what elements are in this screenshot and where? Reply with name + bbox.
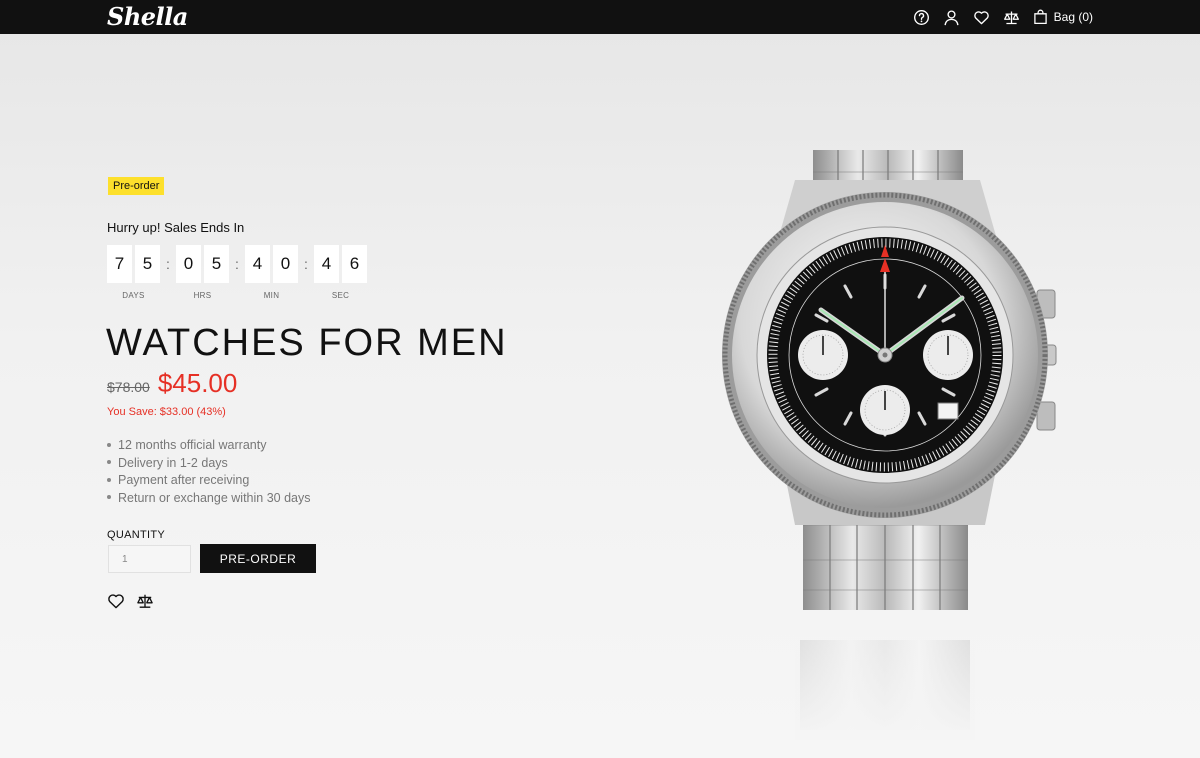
countdown-digit: 6 <box>342 245 367 283</box>
savings-text: You Save: $33.00 (43%) <box>107 406 226 418</box>
countdown-digit: 0 <box>176 245 201 283</box>
countdown-title: Hurry up! Sales Ends In <box>107 220 245 235</box>
old-price: $78.00 <box>107 379 150 395</box>
feature-list: 12 months official warranty Delivery in … <box>107 437 310 507</box>
quantity-label: QUANTITY <box>107 529 166 541</box>
bullet-icon <box>107 477 111 482</box>
countdown-separator: : <box>235 256 239 272</box>
header-icons: Bag (0) <box>901 8 1093 26</box>
countdown-label-seconds: SEC <box>331 291 350 300</box>
countdown-digit: 0 <box>273 245 298 283</box>
shella-logo[interactable]: Shella <box>107 2 188 31</box>
preorder-button[interactable]: PRE-ORDER <box>200 544 316 573</box>
countdown-timer: 7 5 : 0 5 : 4 0 : 4 6 DAYS HRS MIN SEC <box>107 245 370 305</box>
countdown-digit: 5 <box>135 245 160 283</box>
countdown-digit: 4 <box>314 245 339 283</box>
compare-icon[interactable] <box>1003 8 1021 26</box>
bag-icon <box>1033 9 1047 25</box>
product-image-watch <box>700 140 1100 740</box>
quantity-input[interactable] <box>108 545 191 573</box>
price-row: $78.00 $45.00 <box>107 368 237 399</box>
heart-icon[interactable] <box>973 8 991 26</box>
list-item: Return or exchange within 30 days <box>107 490 310 508</box>
product-title: WATCHES FOR MEN <box>106 322 508 364</box>
sale-price: $45.00 <box>157 368 238 398</box>
bullet-icon <box>107 460 111 465</box>
countdown-label-minutes: MIN <box>263 291 280 300</box>
countdown-digit: 5 <box>204 245 229 283</box>
list-item: 12 months official warranty <box>107 437 310 455</box>
countdown-separator: : <box>304 256 308 272</box>
help-icon[interactable] <box>913 8 931 26</box>
user-icon[interactable] <box>943 8 961 26</box>
countdown-separator: : <box>166 256 170 272</box>
bullet-icon <box>107 442 111 447</box>
preorder-badge: Pre-order <box>108 177 165 195</box>
bullet-icon <box>107 495 111 500</box>
top-navigation-bar: Shella Bag (0) <box>0 0 1200 34</box>
countdown-digit: 7 <box>107 245 132 283</box>
countdown-label-hours: HRS <box>193 291 212 300</box>
add-to-compare-icon[interactable] <box>136 593 154 609</box>
countdown-label-days: DAYS <box>122 291 145 300</box>
list-item: Payment after receiving <box>107 472 310 490</box>
countdown-digit: 4 <box>245 245 270 283</box>
bag-button[interactable]: Bag (0) <box>1033 9 1093 25</box>
bracelet-bottom <box>795 495 975 740</box>
list-item: Delivery in 1-2 days <box>107 455 310 473</box>
add-to-wishlist-icon[interactable] <box>107 593 125 609</box>
bag-label: Bag (0) <box>1053 10 1093 24</box>
